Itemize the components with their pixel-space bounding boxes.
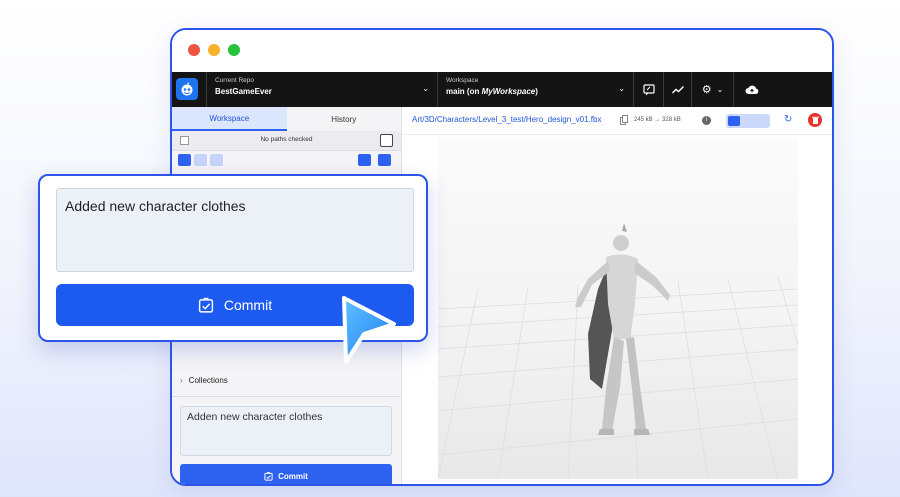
current-repo-selector[interactable]: Current Repo BestGameEver ⌄: [206, 72, 438, 107]
activity-button[interactable]: [664, 72, 692, 107]
cloud-upload-icon: [745, 85, 759, 94]
activity-chart-icon: [671, 85, 684, 93]
cloud-sync-button[interactable]: [734, 72, 770, 107]
info-icon[interactable]: i: [702, 116, 711, 125]
model-scene: [437, 223, 832, 480]
graph-view-icon[interactable]: [194, 154, 207, 166]
add-file-icon[interactable]: [378, 154, 391, 166]
chevron-down-icon: ⌄: [618, 84, 625, 93]
view-mode-toggle[interactable]: [726, 114, 770, 128]
chevron-right-icon: ›: [180, 376, 183, 385]
workspace-branch: main: [446, 87, 465, 96]
maximize-window-button[interactable]: [228, 44, 240, 56]
paths-row: No paths checked: [172, 131, 401, 151]
workspace-on-prefix: (on: [466, 87, 482, 96]
paths-status: No paths checked: [260, 136, 313, 143]
current-repo-name: BestGameEver: [215, 87, 272, 96]
gear-icon: ⚙: [701, 84, 712, 96]
chevron-down-icon: ⌄: [716, 85, 724, 94]
chat-button[interactable]: [634, 72, 664, 107]
workspace-value: main (on MyWorkspace): [446, 87, 625, 96]
size-arrow: →: [654, 117, 661, 123]
file-preview-panel: Art/3D/Characters/Level_3_test/Hero_desi…: [402, 107, 832, 484]
top-toolbar: Current Repo BestGameEver ⌄ Workspace ma…: [172, 72, 832, 107]
preview-mode-icon[interactable]: [728, 116, 740, 126]
chevron-down-icon: ⌄: [422, 84, 429, 93]
workspace-name: MyWorkspace: [481, 87, 536, 96]
list-view-icon[interactable]: [210, 154, 223, 166]
trash-icon: [811, 116, 819, 124]
collections-label: Collections: [188, 376, 228, 385]
file-info-bar: Art/3D/Characters/Level_3_test/Hero_desi…: [402, 107, 832, 135]
commit-button-label: Commit: [278, 471, 308, 481]
file-size-after: 328 kB: [662, 117, 681, 123]
revert-icon[interactable]: [380, 134, 393, 147]
file-size-change: 245 kB → 328 kB: [634, 117, 681, 123]
app-logo-icon[interactable]: [176, 78, 198, 100]
commit-check-icon: [264, 471, 273, 481]
tree-view-icon[interactable]: [178, 154, 191, 166]
hero-character-model: [575, 223, 670, 435]
commit-message-input[interactable]: Added new character clothes: [56, 188, 414, 272]
workspace-label: Workspace: [446, 77, 479, 84]
chat-icon: [642, 83, 655, 95]
settings-menu-button[interactable]: ⚙ ⌄: [692, 72, 734, 107]
cursor-pointer-icon: [342, 296, 396, 364]
minimize-window-button[interactable]: [208, 44, 220, 56]
tab-history[interactable]: History: [287, 107, 402, 131]
sidebar-tabs: Workspace History: [172, 107, 401, 131]
3d-model-viewport[interactable]: [437, 139, 832, 480]
commit-message-input[interactable]: Adden new character clothes: [180, 406, 392, 456]
file-path[interactable]: Art/3D/Characters/Level_3_test/Hero_desi…: [412, 115, 601, 124]
workspace-on-suffix: ): [535, 87, 538, 96]
window-titlebar: [172, 30, 832, 72]
upload-icon[interactable]: [358, 154, 371, 166]
commit-button[interactable]: Commit: [180, 464, 392, 484]
divider: [172, 396, 401, 397]
delete-button[interactable]: [808, 113, 822, 127]
view-toolbar: [172, 151, 401, 169]
close-window-button[interactable]: [188, 44, 200, 56]
collections-row[interactable]: › Collections: [180, 376, 228, 385]
tab-workspace[interactable]: Workspace: [172, 107, 287, 131]
file-size-before: 245 kB: [634, 117, 653, 123]
commit-check-icon: [198, 297, 213, 313]
current-repo-label: Current Repo: [215, 77, 255, 84]
commit-button-label: Commit: [223, 297, 273, 313]
history-icon[interactable]: ↻: [784, 114, 792, 125]
workspace-selector[interactable]: Workspace main (on MyWorkspace) ⌄: [438, 72, 634, 107]
copy-icon[interactable]: [620, 115, 628, 125]
